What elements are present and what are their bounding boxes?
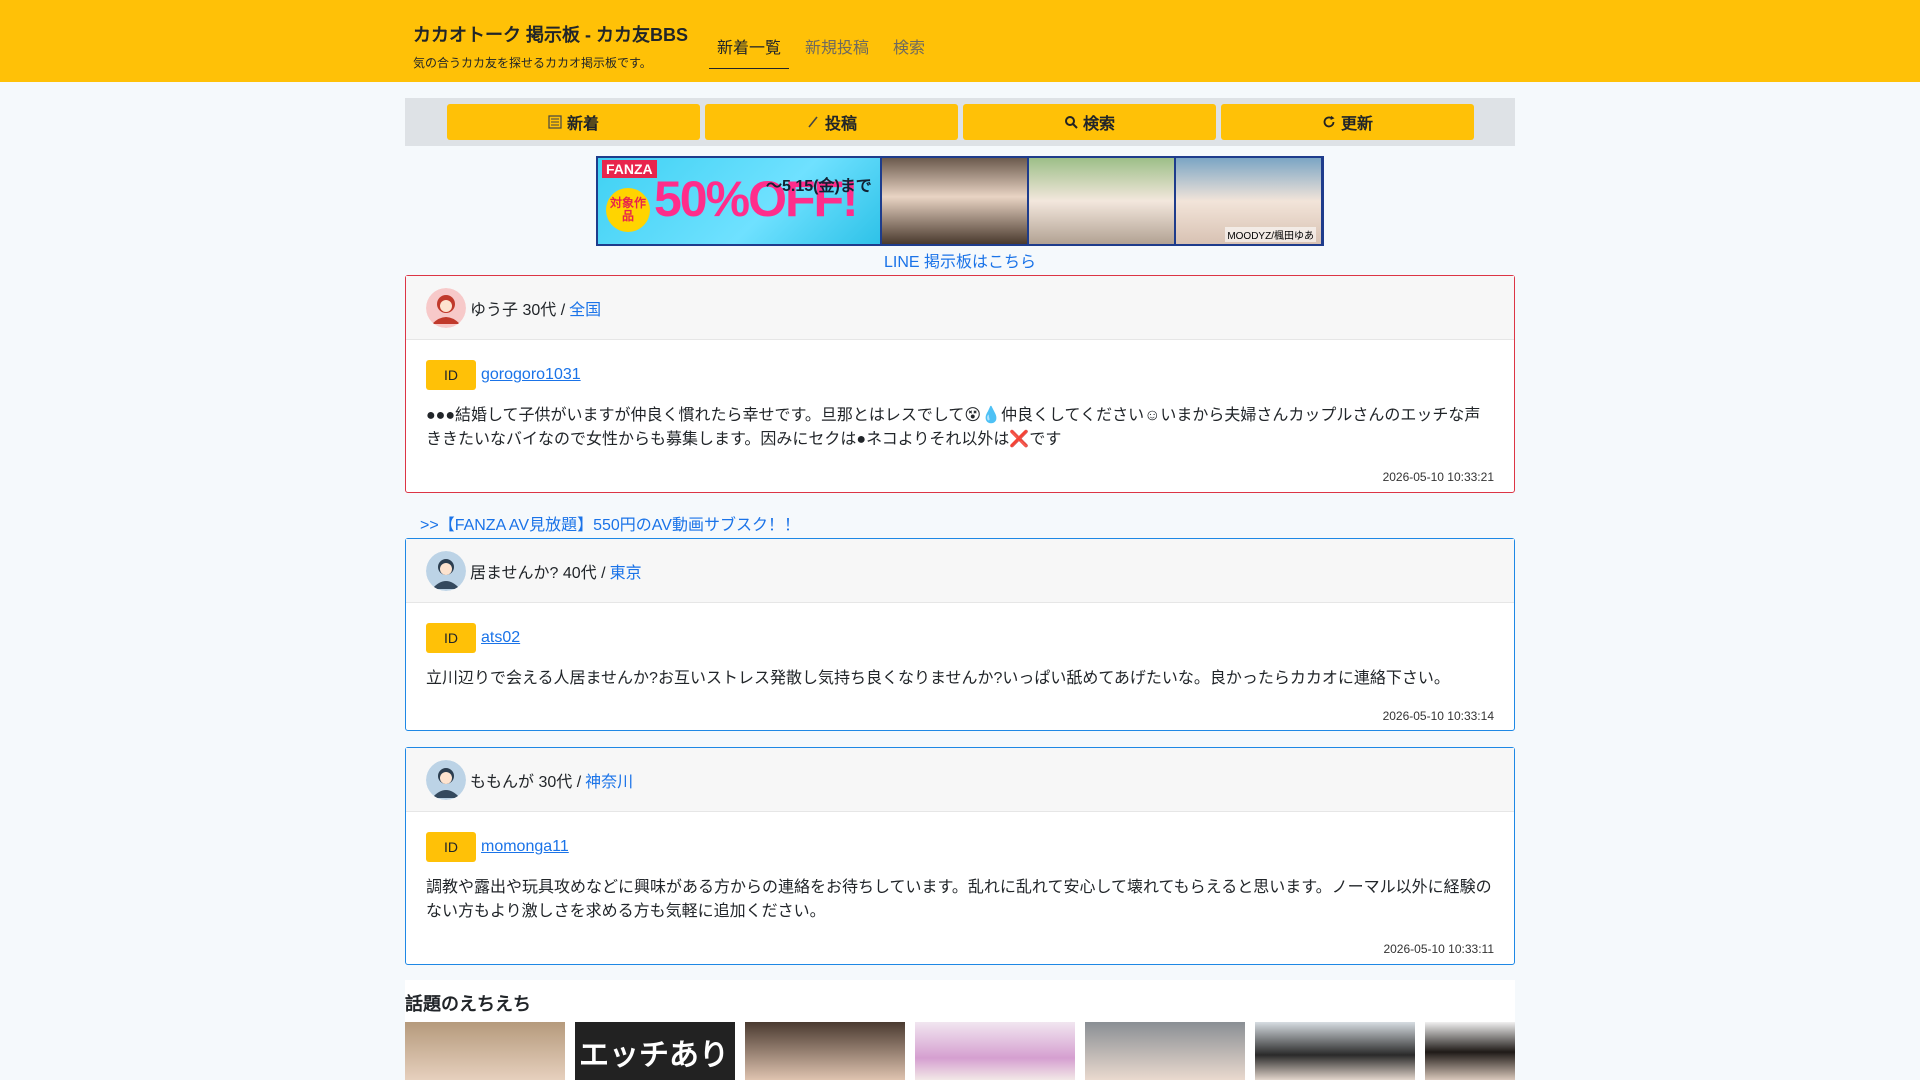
post-timestamp: 2026-05-10 10:33:21 bbox=[1382, 470, 1494, 484]
trending-thumbnail[interactable] bbox=[1085, 1022, 1245, 1080]
trending-thumbnail[interactable] bbox=[915, 1022, 1075, 1080]
post-timestamp: 2026-05-10 10:33:14 bbox=[1382, 709, 1494, 723]
id-badge: ID bbox=[426, 623, 476, 653]
thumbnail-caption: エッチあり bbox=[575, 1022, 735, 1080]
search-button[interactable]: 検索 bbox=[963, 104, 1216, 140]
fanza-logo: FANZA bbox=[602, 160, 657, 178]
male-user-icon bbox=[426, 550, 466, 591]
site-subtitle: 気の合うカカ友を探せるカカオ掲示板です。 bbox=[413, 56, 652, 70]
post-card: ももんが 30代 / 神奈川 ID momonga11 調教や露出や玩具攻めなど… bbox=[405, 747, 1515, 965]
trending-section: 話題のえちえち エッチあり bbox=[405, 980, 1515, 1080]
line-bbs-link[interactable]: LINE 掲示板はこちら bbox=[0, 248, 1920, 272]
new-button[interactable]: 新着 bbox=[447, 104, 700, 140]
post-header: 居ませんか? 40代 / 東京 bbox=[406, 539, 1514, 603]
avatar bbox=[426, 550, 466, 591]
trending-thumbnail[interactable] bbox=[745, 1022, 905, 1080]
trending-thumbnails: エッチあり bbox=[405, 1022, 1525, 1080]
search-icon bbox=[1064, 116, 1078, 129]
banner-credit: MOODYZ/楓田ゆあ bbox=[1225, 227, 1316, 242]
post-button[interactable]: 投稿 bbox=[705, 104, 958, 140]
area-link[interactable]: 東京 bbox=[610, 559, 642, 583]
banner-photo bbox=[1029, 158, 1174, 244]
area-link[interactable]: 神奈川 bbox=[585, 768, 633, 792]
trending-thumbnail[interactable] bbox=[1255, 1022, 1415, 1080]
banner-promo: FANZA 対象作品 50%OFF! ～5.15(金)まで bbox=[598, 158, 880, 244]
trending-title: 話題のえちえち bbox=[405, 994, 531, 1014]
list-icon bbox=[548, 115, 562, 129]
refresh-button[interactable]: 更新 bbox=[1221, 104, 1474, 140]
post-button-label: 投稿 bbox=[824, 116, 857, 133]
refresh-button-label: 更新 bbox=[1340, 116, 1373, 133]
site-title[interactable]: カカオトーク 掲示板 - カカ友BBS bbox=[413, 21, 688, 47]
post-card: ゆう子 30代 / 全国 ID gorogoro1031 ●●●結婚して子供がい… bbox=[405, 275, 1515, 493]
avatar bbox=[426, 759, 466, 800]
nav-new-list[interactable]: 新着一覧 bbox=[709, 34, 790, 69]
nav-new-post[interactable]: 新規投稿 bbox=[797, 34, 877, 69]
area-link[interactable]: 全国 bbox=[569, 296, 601, 320]
user-id-link[interactable]: gorogoro1031 bbox=[481, 366, 581, 384]
id-badge: ID bbox=[426, 360, 476, 390]
nav-search[interactable]: 検索 bbox=[885, 34, 933, 69]
new-button-label: 新着 bbox=[566, 116, 599, 133]
user-id-link[interactable]: ats02 bbox=[481, 629, 520, 647]
main-nav: 新着一覧 新規投稿 検索 bbox=[709, 34, 941, 69]
post-body: ID ats02 立川辺りで会える人居ませんか?お互いストレス発散し気持ち良くな… bbox=[406, 603, 1514, 727]
site-header: カカオトーク 掲示板 - カカ友BBS 気の合うカカ友を探せるカカオ掲示板です。… bbox=[0, 0, 1920, 82]
post-card: 居ませんか? 40代 / 東京 ID ats02 立川辺りで会える人居ませんか?… bbox=[405, 538, 1515, 731]
poster-name-age: 居ませんか? 40代 / bbox=[470, 564, 606, 582]
action-toolbar: 新着 投稿 検索 更新 bbox=[405, 98, 1515, 146]
trending-thumbnail[interactable] bbox=[405, 1022, 565, 1080]
fanza-banner-ad[interactable]: FANZA 対象作品 50%OFF! ～5.15(金)まで MOODYZ/楓田ゆ… bbox=[596, 156, 1324, 246]
post-message: ●●●結婚して子供がいますが仲良く慣れたら幸せです。旦那とはレスでして😵💧仲良く… bbox=[426, 407, 1481, 448]
poster-name-age: ゆう子 30代 / bbox=[470, 301, 566, 319]
avatar bbox=[426, 287, 466, 328]
post-message: 調教や露出や玩具攻めなどに興味がある方からの連絡をお待ちしています。乱れに乱れて… bbox=[426, 879, 1492, 920]
post-timestamp: 2026-05-10 10:33:11 bbox=[1383, 942, 1494, 956]
fanza-subscription-link[interactable]: >>【FANZA AV見放題】550円のAV動画サブスク！！ bbox=[420, 511, 800, 535]
poster-name-age: ももんが 30代 / bbox=[470, 773, 582, 791]
user-id-link[interactable]: momonga11 bbox=[481, 838, 569, 856]
post-body: ID momonga11 調教や露出や玩具攻めなどに興味がある方からの連絡をお待… bbox=[406, 812, 1514, 960]
trending-thumbnail[interactable]: エッチあり bbox=[575, 1022, 735, 1080]
search-button-label: 検索 bbox=[1082, 116, 1115, 133]
id-badge: ID bbox=[426, 832, 476, 862]
male-user-icon bbox=[426, 759, 466, 800]
post-header: ももんが 30代 / 神奈川 bbox=[406, 748, 1514, 812]
banner-photo bbox=[882, 158, 1027, 244]
refresh-icon bbox=[1323, 115, 1335, 128]
post-body: ID gorogoro1031 ●●●結婚して子供がいますが仲良く慣れたら幸せで… bbox=[406, 340, 1514, 488]
target-badge: 対象作品 bbox=[606, 188, 650, 232]
post-header: ゆう子 30代 / 全国 bbox=[406, 276, 1514, 340]
trending-thumbnail[interactable] bbox=[1425, 1022, 1515, 1080]
pencil-icon bbox=[808, 116, 818, 128]
post-message: 立川辺りで会える人居ませんか?お互いストレス発散し気持ち良くなりませんか?いっぱ… bbox=[426, 670, 1450, 687]
sale-until: ～5.15(金)まで bbox=[766, 178, 872, 195]
female-user-icon bbox=[426, 287, 466, 328]
